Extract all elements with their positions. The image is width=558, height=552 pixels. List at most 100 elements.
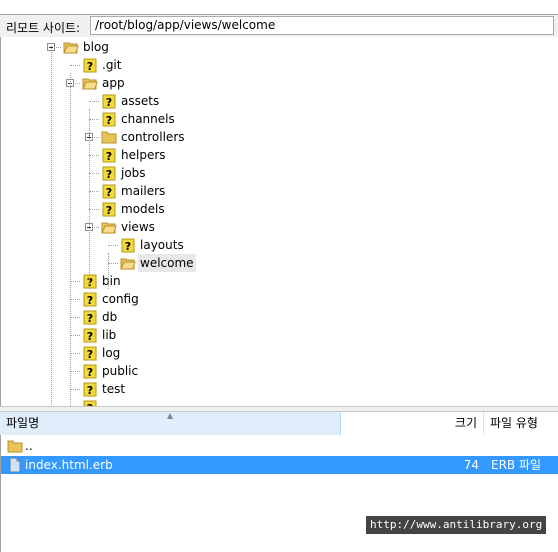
svg-text:?: ? (106, 150, 112, 163)
tree-item-views[interactable]: views (1, 218, 541, 236)
tree-connector (70, 299, 80, 300)
tree-item-label: log (102, 346, 121, 360)
unknown-folder-icon: ? (101, 183, 117, 199)
column-header-type[interactable]: 파일 유형 (484, 412, 558, 435)
svg-text:?: ? (87, 60, 93, 73)
tree-item-app[interactable]: app (1, 74, 541, 92)
svg-text:?: ? (106, 186, 112, 199)
unknown-folder-icon: ? (82, 345, 98, 361)
tree-item-label: public (102, 364, 139, 378)
tree-connector (108, 245, 118, 246)
file-name: index.html.erb (25, 458, 113, 472)
tree-connector (70, 371, 80, 372)
svg-text:?: ? (87, 312, 93, 325)
tree-item-label: .git (102, 58, 122, 72)
tree-item-layouts[interactable]: ? layouts (1, 236, 541, 254)
tree-item-label: db (102, 310, 118, 324)
tree-connector (89, 101, 99, 102)
tree-item-log[interactable]: ? log (1, 344, 541, 362)
tree-item-test[interactable]: ? test (1, 380, 541, 398)
folder-open-icon (82, 75, 98, 91)
tree-item-label: controllers (121, 130, 185, 144)
unknown-folder-icon: ? (101, 165, 117, 181)
file-size: 74 (463, 458, 479, 472)
tree-connector (108, 263, 118, 264)
tree-item-bin[interactable]: ? bin (1, 272, 541, 290)
unknown-folder-icon: ? (82, 309, 98, 325)
tree-item-blog[interactable]: blog (1, 38, 541, 56)
tree-item-label: bin (102, 274, 121, 288)
unknown-folder-icon: ? (82, 399, 98, 406)
unknown-folder-icon: ? (101, 111, 117, 127)
file-icon (7, 457, 23, 473)
tree-guide-line (108, 253, 109, 289)
watermark: http://www.antilibrary.org (366, 516, 547, 534)
folder-open-icon (63, 39, 79, 55)
remote-file-list[interactable]: .. index.html.erb 74 ERB 파일 (0, 435, 558, 552)
remote-site-bar: 리모트 사이트: /root/blog/app/views/welcome (0, 15, 558, 37)
tree-connector (70, 65, 80, 66)
tree-connector (70, 317, 80, 318)
tree-item-label: config (102, 292, 139, 306)
tree-item-assets[interactable]: ? assets (1, 92, 541, 110)
tree-item-label: models (121, 202, 165, 216)
top-strip (0, 0, 558, 15)
tree-connector (70, 353, 80, 354)
tree-item-models[interactable]: ? models (1, 200, 541, 218)
tree-item-partial[interactable]: ? (1, 398, 541, 406)
tree-item-git[interactable]: ? .git (1, 56, 541, 74)
unknown-folder-icon: ? (82, 291, 98, 307)
svg-text:?: ? (106, 204, 112, 217)
svg-text:?: ? (125, 240, 131, 253)
tree-item-label: welcome (138, 254, 196, 272)
svg-text:?: ? (87, 330, 93, 343)
folder-open-icon (120, 255, 136, 271)
tree-guide-line (89, 109, 90, 289)
file-row[interactable]: index.html.erb 74 ERB 파일 (1, 456, 558, 474)
tree-guide-line (51, 46, 52, 406)
tree-connector (89, 209, 99, 210)
tree-item-db[interactable]: ? db (1, 308, 541, 326)
tree-item-channels[interactable]: ? channels (1, 110, 541, 128)
unknown-folder-icon: ? (101, 147, 117, 163)
tree-item-controllers[interactable]: controllers (1, 128, 541, 146)
tree-item-config[interactable]: ? config (1, 290, 541, 308)
svg-text:?: ? (106, 114, 112, 127)
tree-item-lib[interactable]: ? lib (1, 326, 541, 344)
unknown-folder-icon: ? (120, 237, 136, 253)
tree-guide-line (70, 73, 71, 406)
tree-connector (70, 389, 80, 390)
tree-item-label: app (102, 76, 125, 90)
tree-connector (89, 191, 99, 192)
tree-connector (70, 335, 80, 336)
column-header-size[interactable]: 크기 (341, 412, 484, 435)
remote-directory-tree[interactable]: blog? .git app? assets ? channels controllers?… (0, 37, 558, 406)
svg-text:?: ? (87, 276, 93, 289)
folder-icon (7, 438, 23, 454)
unknown-folder-icon: ? (101, 93, 117, 109)
tree-connector (89, 119, 99, 120)
tree-connector (70, 281, 80, 282)
tree-item-label: lib (102, 328, 117, 342)
unknown-folder-icon: ? (82, 273, 98, 289)
unknown-folder-icon: ? (82, 381, 98, 397)
unknown-folder-icon: ? (82, 363, 98, 379)
tree-item-welcome[interactable]: welcome (1, 254, 541, 272)
remote-site-label: 리모트 사이트: (6, 21, 81, 35)
tree-item-label: mailers (121, 184, 166, 198)
column-header-filename[interactable]: 파일명 ▲ (0, 412, 341, 435)
file-row[interactable]: .. (1, 437, 558, 455)
tree-item-label: views (121, 220, 155, 234)
tree-item-jobs[interactable]: ? jobs (1, 164, 541, 182)
svg-text:?: ? (106, 96, 112, 109)
unknown-folder-icon: ? (82, 57, 98, 73)
tree-item-helpers[interactable]: ? helpers (1, 146, 541, 164)
folder-open-icon (101, 219, 117, 235)
tree-item-public[interactable]: ? public (1, 362, 541, 380)
remote-path-input[interactable]: /root/blog/app/views/welcome (90, 16, 554, 35)
tree-item-label: assets (121, 94, 160, 108)
svg-text:?: ? (87, 294, 93, 307)
tree-item-label: jobs (121, 166, 146, 180)
tree-item-mailers[interactable]: ? mailers (1, 182, 541, 200)
file-name: .. (25, 439, 33, 453)
